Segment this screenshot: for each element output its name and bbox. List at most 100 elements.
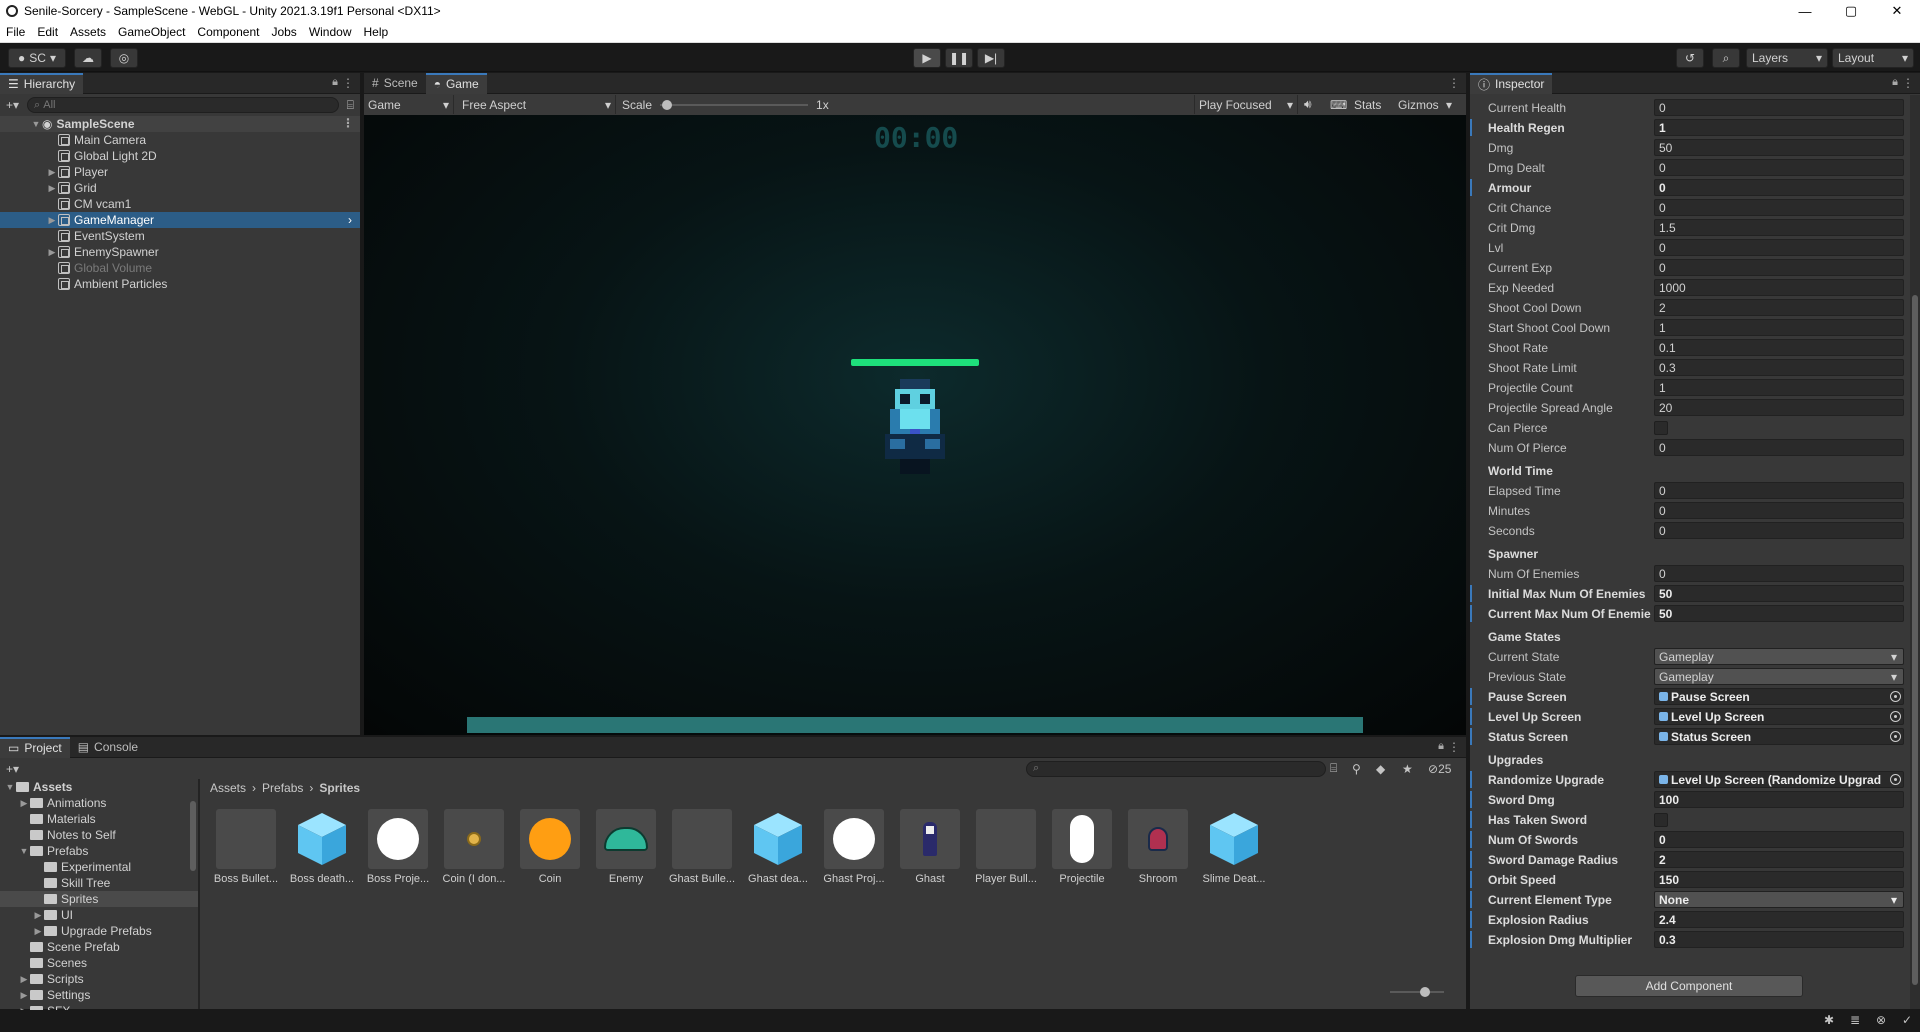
account-dropdown[interactable]: ● SC ▾ (8, 48, 66, 68)
add-icon[interactable]: +▾ (6, 98, 19, 112)
lock-icon[interactable]: 🔒︎ (1438, 740, 1444, 753)
field-input[interactable]: 0 (1654, 439, 1904, 456)
tab-hierarchy[interactable]: ☰ Hierarchy (0, 72, 84, 94)
field-input[interactable]: 1000 (1654, 279, 1904, 296)
folder-tree-item[interactable]: Materials (0, 811, 198, 827)
more-options-icon[interactable]: ⋮ (342, 76, 354, 90)
hierarchy-item[interactable]: Ambient Particles (0, 276, 360, 292)
folder-tree-item[interactable]: ▶ UI (0, 907, 198, 923)
hierarchy-item[interactable]: EventSystem (0, 228, 360, 244)
hierarchy-item[interactable]: Global Light 2D (0, 148, 360, 164)
hierarchy-item[interactable]: ▶ EnemySpawner (0, 244, 360, 260)
project-search-input[interactable]: ⌕ (1026, 760, 1326, 777)
field-input[interactable]: 150 (1654, 871, 1904, 888)
object-field[interactable]: Pause Screen (1654, 688, 1904, 705)
field-input[interactable]: 1 (1654, 319, 1904, 336)
hierarchy-item[interactable]: ▶ Grid (0, 180, 360, 196)
layers-dropdown[interactable]: Layers ▾ (1746, 48, 1828, 68)
expand-arrow-icon[interactable]: ▶ (32, 910, 44, 921)
field-input[interactable]: 100 (1654, 791, 1904, 808)
favorite-icon[interactable]: ★ (1402, 762, 1413, 776)
hierarchy-item[interactable]: ▶ GameManager › (0, 212, 360, 228)
search-options-icon[interactable]: ⌸ (347, 98, 354, 113)
expand-icon[interactable]: ▼ (30, 119, 42, 129)
menu-component[interactable]: Component (191, 25, 265, 39)
thumbnail-size-slider[interactable] (1390, 987, 1444, 997)
asset-item[interactable]: Boss death... (286, 809, 358, 885)
status-check-icon[interactable]: ✓ (1902, 1013, 1912, 1027)
folder-tree-item[interactable]: Notes to Self (0, 827, 198, 843)
asset-item[interactable]: Ghast dea... (742, 809, 814, 885)
expand-arrow-icon[interactable]: ▶ (46, 215, 58, 226)
field-checkbox[interactable] (1654, 420, 1668, 435)
field-input[interactable]: 2.4 (1654, 911, 1904, 928)
collab-button[interactable]: ◎ (110, 48, 138, 68)
menu-gameobject[interactable]: GameObject (112, 25, 191, 39)
folder-tree-item[interactable]: Scenes (0, 955, 198, 971)
hierarchy-item[interactable]: CM vcam1 (0, 196, 360, 212)
gizmos-dropdown[interactable]: Gizmos ▾ (1394, 95, 1456, 114)
tree-scrollbar[interactable] (190, 801, 196, 871)
breadcrumb-item[interactable]: Assets (210, 781, 246, 795)
cache-icon[interactable]: ≣ (1850, 1013, 1860, 1027)
object-picker-icon[interactable] (1890, 731, 1901, 742)
tab-inspector[interactable]: ⓘ Inspector (1470, 72, 1553, 94)
folder-tree-item[interactable]: Experimental (0, 859, 198, 875)
field-input[interactable]: 2 (1654, 851, 1904, 868)
menu-window[interactable]: Window (303, 25, 358, 39)
folder-tree-item[interactable]: Skill Tree (0, 875, 198, 891)
game-viewport[interactable]: 00:00 (364, 115, 1466, 735)
stats-button[interactable]: Stats (1354, 98, 1381, 112)
object-field[interactable]: Level Up Screen (Randomize Upgrad (1654, 771, 1904, 788)
breadcrumb-item[interactable]: Sprites (319, 781, 360, 795)
close-button[interactable]: ✕ (1874, 0, 1920, 22)
layout-dropdown[interactable]: Layout ▾ (1832, 48, 1914, 68)
more-options-icon[interactable]: ⋮ (1448, 740, 1460, 754)
folder-tree-item[interactable]: ▼ Assets (0, 779, 198, 795)
slider-thumb[interactable] (662, 99, 673, 110)
expand-arrow-icon[interactable]: ▶ (32, 926, 44, 937)
field-input[interactable]: 1 (1654, 119, 1904, 136)
label-icon[interactable]: ◆ (1376, 762, 1385, 776)
asset-item[interactable]: Projectile (1046, 809, 1118, 885)
play-button[interactable]: ▶ (913, 48, 941, 68)
chevron-right-icon[interactable]: › (348, 213, 352, 227)
audio-mute-icon[interactable]: 🔊︎ (1304, 97, 1312, 112)
folder-tree-item[interactable]: Sprites (0, 891, 198, 907)
field-input[interactable]: 0.3 (1654, 931, 1904, 948)
field-input[interactable]: 50 (1654, 139, 1904, 156)
asset-item[interactable]: Enemy (590, 809, 662, 885)
debug-icon[interactable]: ✱ (1824, 1013, 1834, 1027)
field-input[interactable]: 0 (1654, 239, 1904, 256)
field-dropdown[interactable]: None ▾ (1654, 891, 1904, 908)
asset-item[interactable]: Ghast (894, 809, 966, 885)
folder-tree-item[interactable]: ▶ Upgrade Prefabs (0, 923, 198, 939)
add-icon[interactable]: +▾ (6, 762, 19, 776)
hidden-count[interactable]: ⊘25 (1428, 762, 1451, 776)
menu-assets[interactable]: Assets (64, 25, 112, 39)
hierarchy-item[interactable]: ▶ Player (0, 164, 360, 180)
field-dropdown[interactable]: Gameplay ▾ (1654, 668, 1904, 685)
filter-icon[interactable]: ⚲ (1352, 762, 1361, 776)
folder-tree-item[interactable]: ▶ Scripts (0, 971, 198, 987)
asset-item[interactable]: Boss Bullet... (210, 809, 282, 885)
expand-arrow-icon[interactable]: ▶ (46, 183, 58, 194)
folder-tree-item[interactable]: ▶ Animations (0, 795, 198, 811)
field-input[interactable]: 0 (1654, 502, 1904, 519)
tab-game[interactable]: ◓ Game (425, 72, 487, 94)
expand-arrow-icon[interactable]: ▶ (46, 167, 58, 178)
folder-tree-item[interactable]: Scene Prefab (0, 939, 198, 955)
field-input[interactable]: 0 (1654, 99, 1904, 116)
hierarchy-item[interactable]: Global Volume (0, 260, 360, 276)
slider-thumb[interactable] (1420, 987, 1430, 997)
folder-tree-item[interactable]: ▼ Prefabs (0, 843, 198, 859)
asset-item[interactable]: Slime Deat... (1198, 809, 1270, 885)
object-picker-icon[interactable] (1890, 691, 1901, 702)
field-checkbox[interactable] (1654, 812, 1668, 827)
lock-icon[interactable]: 🔒︎ (1892, 76, 1898, 89)
step-button[interactable]: ▶| (977, 48, 1005, 68)
lock-icon[interactable]: 🔒︎ (332, 76, 338, 89)
expand-arrow-icon[interactable]: ▼ (18, 846, 30, 856)
field-input[interactable]: 50 (1654, 605, 1904, 622)
field-input[interactable]: 1 (1654, 379, 1904, 396)
